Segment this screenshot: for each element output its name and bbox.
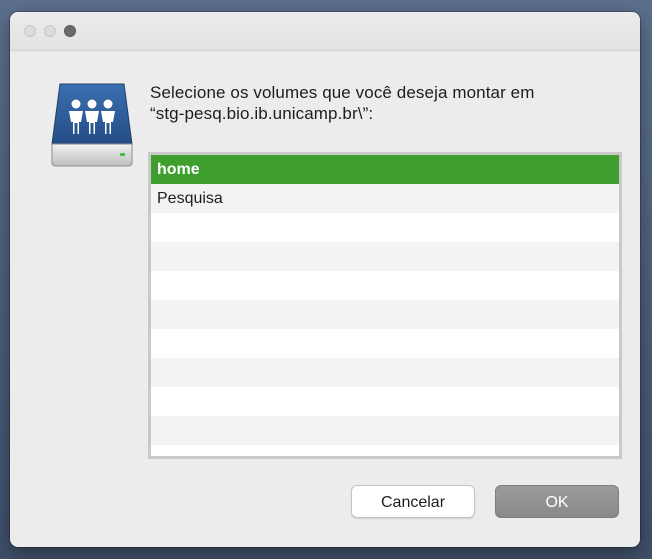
volume-list[interactable]: home Pesquisa <box>148 152 622 459</box>
desktop: Selecione os volumes que você deseja mon… <box>0 0 652 559</box>
prompt-line-2: “stg-pesq.bio.ib.unicamp.br\”: <box>150 104 374 123</box>
empty-row <box>151 242 619 271</box>
empty-row <box>151 300 619 329</box>
empty-row <box>151 213 619 242</box>
minimize-window-button[interactable] <box>44 25 56 37</box>
volume-item-pesquisa[interactable]: Pesquisa <box>151 184 619 213</box>
empty-row <box>151 387 619 416</box>
close-window-button[interactable] <box>24 25 36 37</box>
mount-prompt: Selecione os volumes que você deseja mon… <box>150 82 620 124</box>
empty-row <box>151 271 619 300</box>
empty-row <box>151 329 619 358</box>
ok-button[interactable]: OK <box>495 485 619 518</box>
volume-item-home[interactable]: home <box>151 155 619 184</box>
title-bar <box>10 12 640 51</box>
empty-row <box>151 416 619 445</box>
empty-row <box>151 358 619 387</box>
cancel-button[interactable]: Cancelar <box>351 485 475 518</box>
zoom-window-button[interactable] <box>64 25 76 37</box>
shared-server-icon <box>51 83 133 167</box>
prompt-line-1: Selecione os volumes que você deseja mon… <box>150 83 535 102</box>
mount-volumes-dialog: Selecione os volumes que você deseja mon… <box>10 12 640 547</box>
